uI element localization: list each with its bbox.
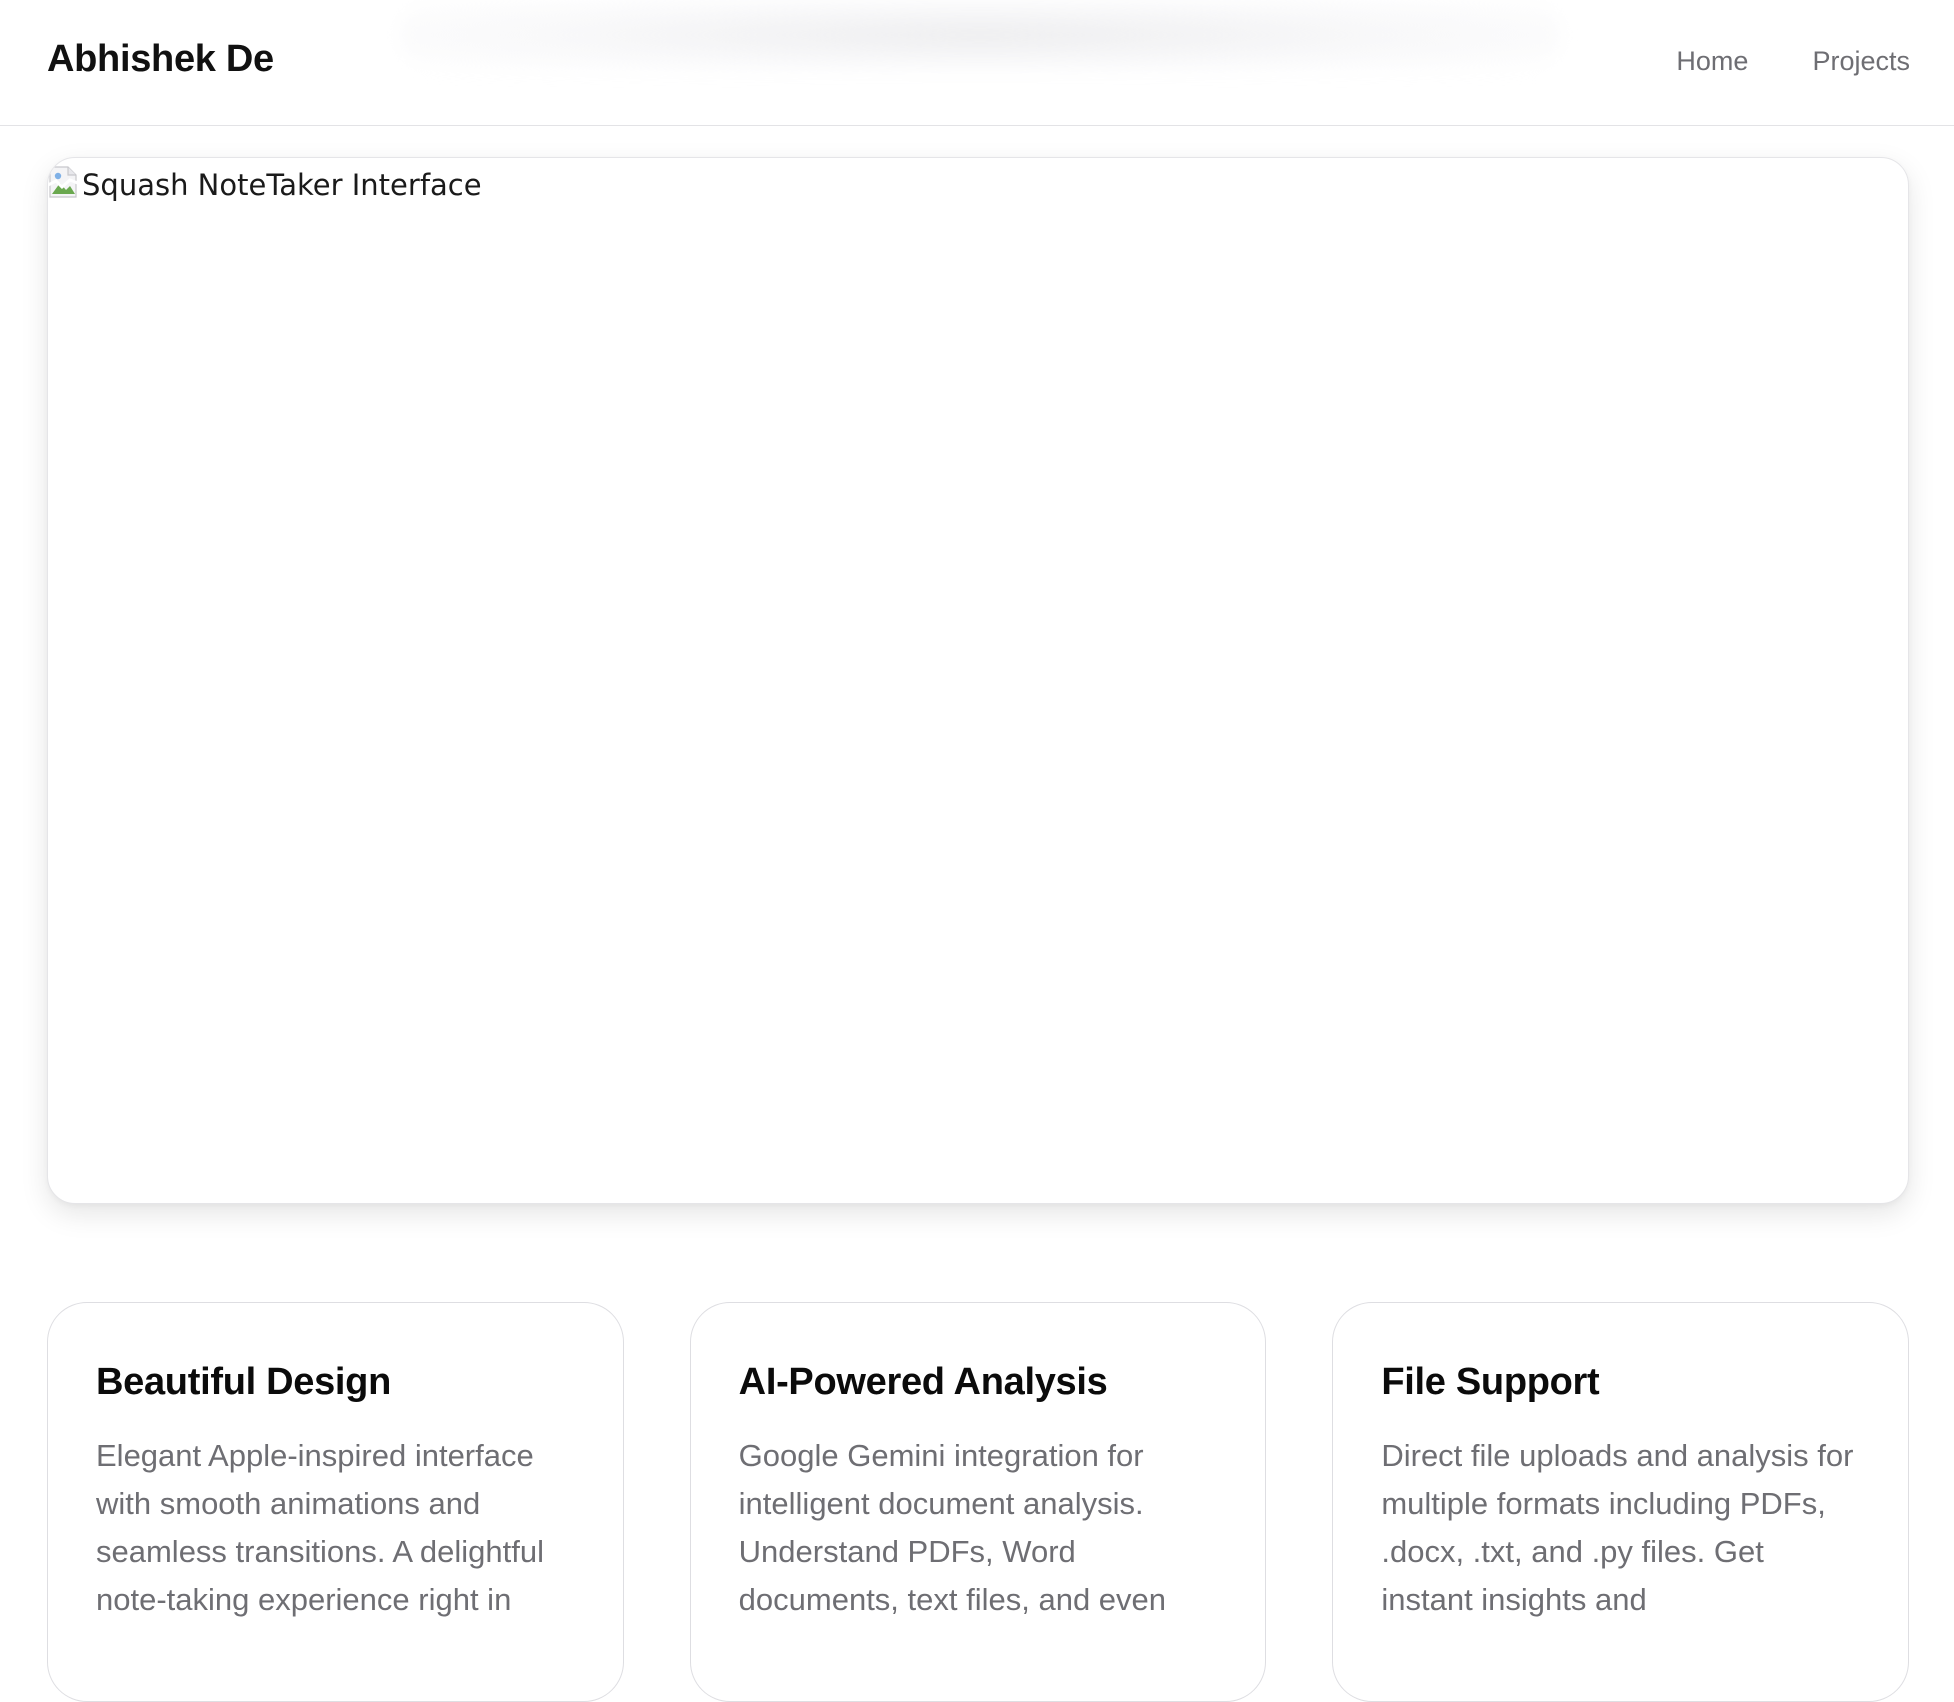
header-glow-decoration — [400, 0, 1560, 70]
hero-image-alt-text: Squash NoteTaker Interface — [82, 168, 482, 202]
feature-description: Elegant Apple-inspired interface with sm… — [96, 1438, 545, 1617]
broken-image-icon — [48, 161, 81, 199]
nav-link-home[interactable]: Home — [1676, 46, 1748, 77]
feature-card-design: Beautiful Design Elegant Apple-inspired … — [47, 1302, 624, 1702]
feature-title: AI-Powered Analysis — [738, 1361, 1108, 1403]
feature-card-ai-analysis: AI-Powered Analysis Google Gemini integr… — [689, 1302, 1267, 1702]
feature-title: File Support — [1381, 1361, 1600, 1403]
site-header: Abhishek De Home Projects — [0, 0, 1954, 126]
main-nav: Home Projects — [1676, 46, 1910, 77]
hero-image: Squash NoteTaker Interface — [48, 158, 482, 202]
feature-description: Direct file uploads and analysis for mul… — [1381, 1438, 1854, 1617]
site-brand[interactable]: Abhishek De — [47, 38, 274, 81]
feature-title: Beautiful Design — [96, 1361, 392, 1403]
features-section: Beautiful Design Elegant Apple-inspired … — [47, 1302, 1910, 1702]
hero-image-card: Squash NoteTaker Interface — [47, 157, 1909, 1204]
feature-card-file-support: File Support Direct file uploads and ana… — [1332, 1302, 1910, 1702]
feature-description: Google Gemini integration for intelligen… — [738, 1438, 1167, 1617]
nav-link-projects[interactable]: Projects — [1812, 46, 1910, 77]
